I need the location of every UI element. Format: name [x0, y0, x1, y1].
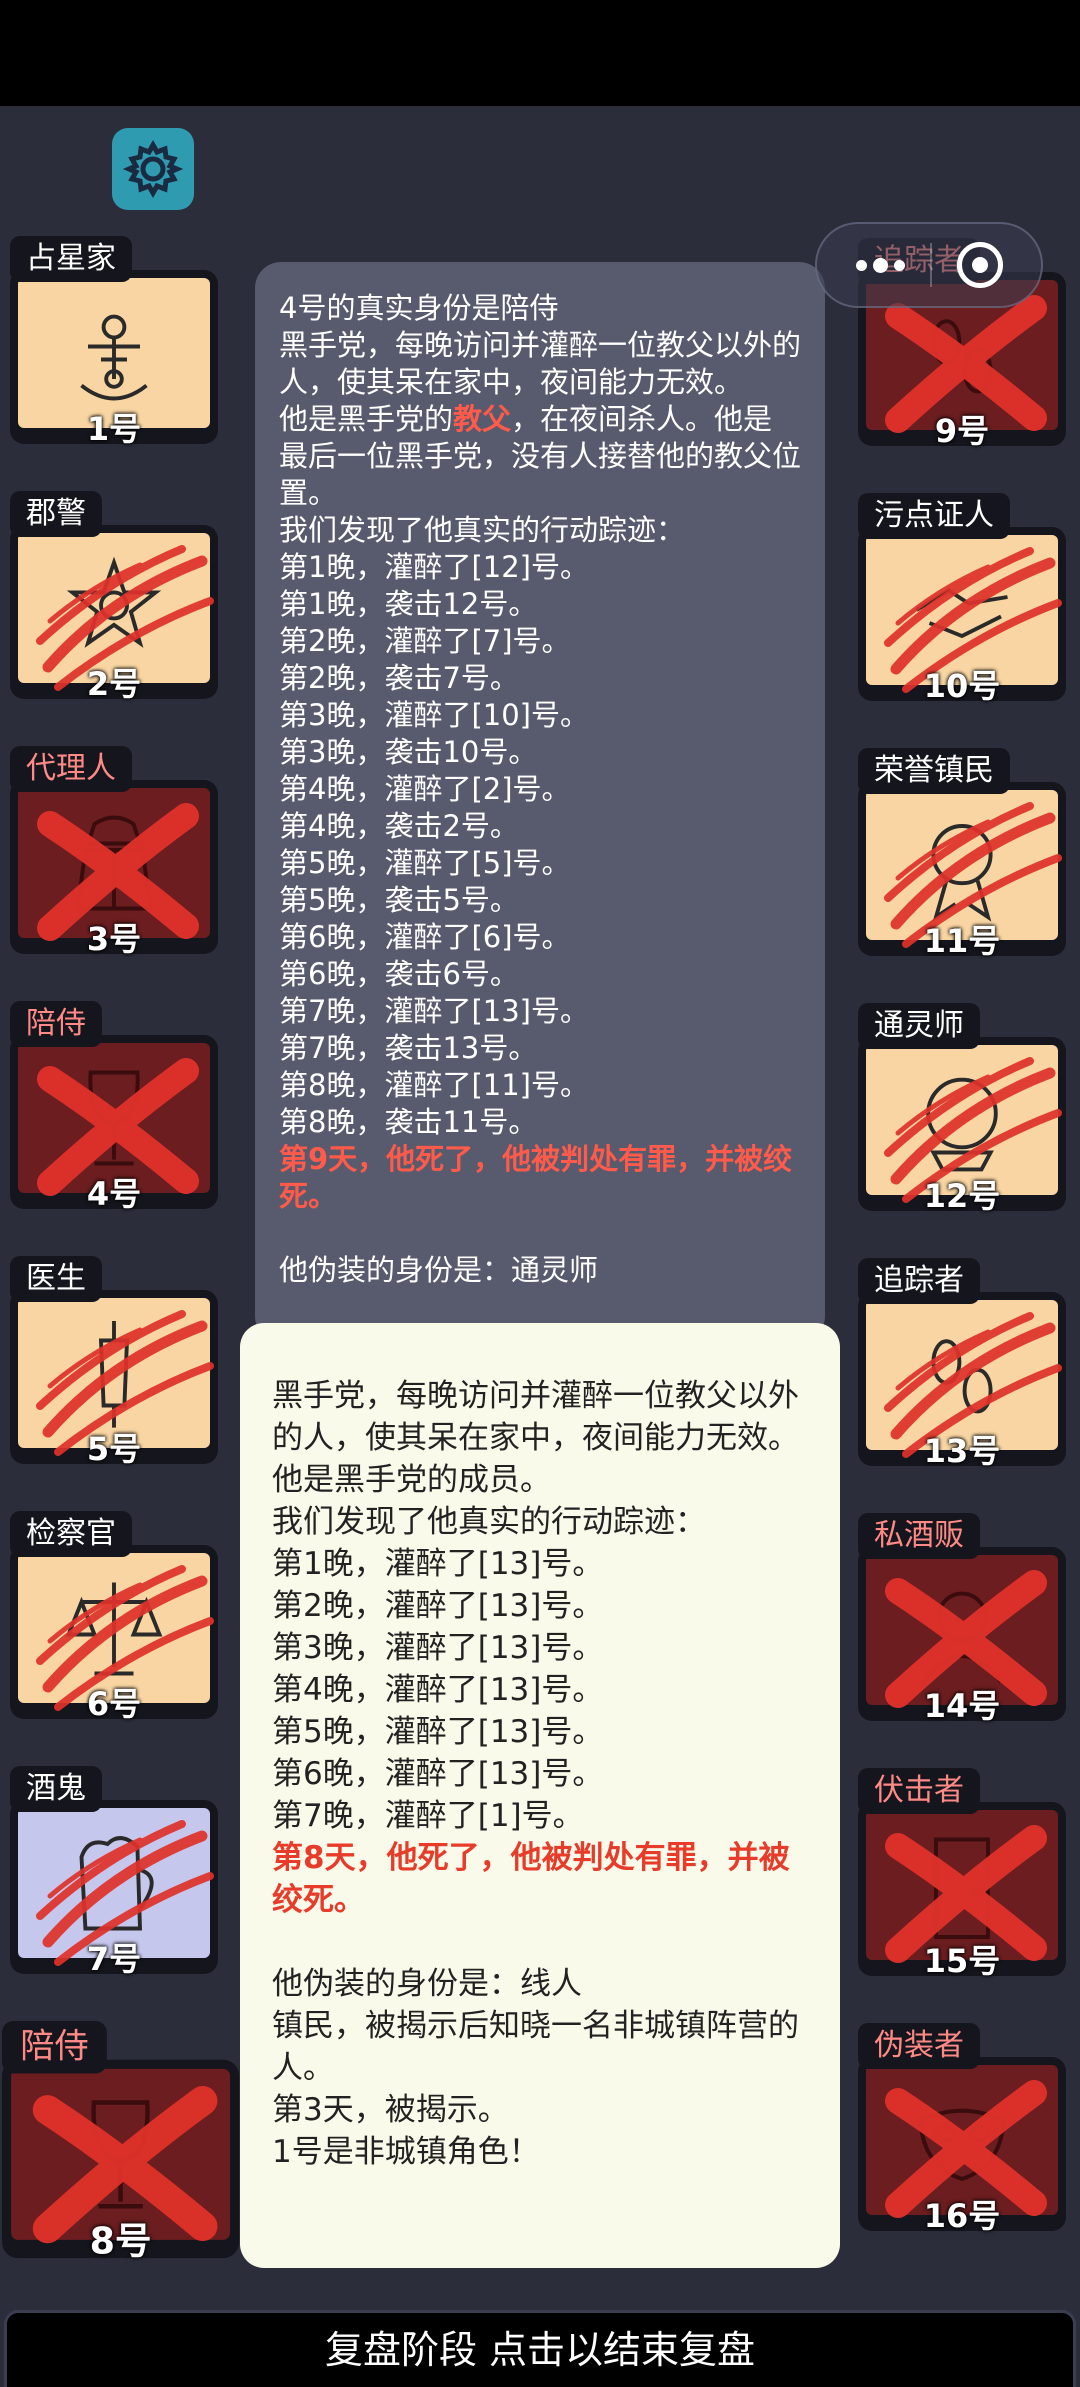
log-entry: 第4晚，袭击2号。 — [279, 809, 519, 843]
player-number: 16号 — [923, 2197, 1001, 2235]
role-card-11[interactable]: 荣誉镇民 11号 — [858, 748, 1068, 960]
player-number: 7号 — [86, 1940, 142, 1978]
log-entry: 第4晚，灌醉了[2]号。 — [279, 772, 571, 806]
player-number: 4号 — [86, 1175, 142, 1213]
panel1-title: 4号的真实身份是陪侍 — [279, 291, 559, 325]
player-number: 6号 — [86, 1685, 142, 1723]
log-entry: 第8晚，袭击11号。 — [279, 1105, 538, 1139]
log-entry: 第1晚，袭击12号。 — [279, 587, 538, 621]
role-card-6[interactable]: 检察官 6号 — [10, 1511, 220, 1723]
role-name-tag: 代理人 — [10, 746, 132, 792]
player-number: 1号 — [86, 410, 142, 448]
log-entry: 第1晚，灌醉了[12]号。 — [279, 550, 589, 584]
log-entry: 第7晚，袭击13号。 — [279, 1031, 538, 1065]
role-card-8[interactable]: 陪侍 8号 — [2, 2021, 241, 2263]
panel1-desc: 黑手党，每晚访问并灌醉一位教父以外的人，使其呆在家中，夜间能力无效。 — [279, 328, 802, 399]
panel2-revealed: 第3天，被揭示。 — [272, 2092, 509, 2128]
log-entry: 第2晚，灌醉了[7]号。 — [279, 624, 571, 658]
role-name-tag: 酒鬼 — [10, 1766, 102, 1812]
role-card-13[interactable]: 追踪者 13号 — [858, 1258, 1068, 1470]
role-name-tag: 陪侍 — [2, 2021, 107, 2074]
panel2-disguise: 他伪装的身份是：线人 — [272, 1966, 582, 2002]
capsule-divider — [929, 243, 932, 287]
panel1-action-log: 第1晚，灌醉了[12]号。 第1晚，袭击12号。 第2晚，灌醉了[7]号。 第2晚，袭… — [279, 549, 801, 1141]
role-name-tag: 污点证人 — [858, 493, 1010, 539]
player-number: 8号 — [89, 2219, 152, 2263]
close-target-icon[interactable] — [956, 242, 1003, 288]
role-card-12[interactable]: 通灵师 12号 — [858, 1003, 1068, 1215]
panel1-death: 第9天，他死了，他被判处有罪，并被绞死。 — [279, 1142, 793, 1213]
settings-button[interactable] — [112, 128, 194, 210]
panel2-found: 我们发现了他真实的行动踪迹： — [272, 1504, 706, 1540]
panel1-godfather-line: 他是黑手党的教父，在夜间杀人。他是最后一位黑手党，没有人接替他的教父位置。 — [279, 402, 802, 510]
role-card-3[interactable]: 代理人 3号 — [10, 746, 220, 958]
log-entry: 第5晚，灌醉了[5]号。 — [279, 846, 571, 880]
role-card-10[interactable]: 污点证人 10号 — [858, 493, 1068, 705]
log-entry: 第7晚，灌醉了[1]号。 — [272, 1798, 584, 1834]
role-name-tag: 占星家 — [10, 236, 132, 282]
panel2-member: 他是黑手党的成员。 — [272, 1462, 551, 1498]
mini-program-capsule[interactable] — [815, 222, 1043, 308]
panel2-death: 第8天，他死了，他被判处有罪，并被绞死。 — [272, 1840, 790, 1918]
log-entry: 第4晚，灌醉了[13]号。 — [272, 1672, 604, 1708]
role-card-1[interactable]: 占星家 1号 — [10, 236, 220, 448]
panel2-desc: 黑手党，每晚访问并灌醉一位教父以外的人，使其呆在家中，夜间能力无效。 — [272, 1378, 799, 1456]
role-card-14[interactable]: 私酒贩 14号 — [858, 1513, 1068, 1725]
player-number: 15号 — [923, 1942, 1001, 1980]
role-name-tag: 荣誉镇民 — [858, 748, 1010, 794]
role-card-15[interactable]: 伏击者 15号 — [858, 1768, 1068, 1980]
role-card-7[interactable]: 酒鬼 7号 — [10, 1766, 220, 1978]
role-name-tag: 医生 — [10, 1256, 102, 1302]
panel2-note: 1号是非城镇角色！ — [272, 2134, 540, 2170]
role-name-tag: 伏击者 — [858, 1768, 980, 1814]
player-number: 12号 — [923, 1177, 1001, 1215]
more-menu-icon[interactable] — [855, 257, 905, 273]
role-detail-panel-consort[interactable]: 黑手党，每晚访问并灌醉一位教父以外的人，使其呆在家中，夜间能力无效。 他是黑手党… — [240, 1323, 840, 2268]
panel2-disguise-desc: 镇民，被揭示后知晓一名非城镇阵营的人。 — [272, 2008, 799, 2086]
sextant-icon — [80, 314, 148, 401]
log-entry: 第6晚，袭击6号。 — [279, 957, 519, 991]
panel2-action-log: 第1晚，灌醉了[13]号。 第2晚，灌醉了[13]号。 第3晚，灌醉了[13]号。第… — [272, 1543, 808, 1837]
log-entry: 第7晚，灌醉了[13]号。 — [279, 994, 589, 1028]
role-name-tag: 陪侍 — [10, 1001, 102, 1047]
role-name-tag: 私酒贩 — [858, 1513, 980, 1559]
player-number: 14号 — [923, 1687, 1001, 1725]
log-entry: 第6晚，灌醉了[6]号。 — [279, 920, 571, 954]
panel1-disguise: 他伪装的身份是：通灵师 — [279, 1253, 599, 1287]
log-entry: 第3晚，灌醉了[10]号。 — [279, 698, 589, 732]
player-number: 5号 — [86, 1430, 142, 1468]
player-number: 10号 — [923, 667, 1001, 705]
log-entry: 第5晚，袭击5号。 — [279, 883, 519, 917]
log-entry: 第2晚，灌醉了[13]号。 — [272, 1588, 604, 1624]
log-entry: 第3晚，灌醉了[13]号。 — [272, 1630, 604, 1666]
role-detail-panel-godfather[interactable]: 4号的真实身份是陪侍 黑手党，每晚访问并灌醉一位教父以外的人，使其呆在家中，夜间… — [255, 262, 825, 1342]
log-entry: 第5晚，灌醉了[13]号。 — [272, 1714, 604, 1750]
player-number: 11号 — [923, 922, 1001, 960]
gear-icon — [123, 139, 183, 199]
role-card-2[interactable]: 郡警 2号 — [10, 491, 220, 703]
log-entry: 第6晚，灌醉了[13]号。 — [272, 1756, 604, 1792]
end-review-button[interactable]: 复盘阶段 点击以结束复盘 — [4, 2310, 1076, 2387]
player-number: 9号 — [934, 412, 990, 450]
godfather-highlight: 教父 — [453, 402, 512, 436]
role-card-5[interactable]: 医生 5号 — [10, 1256, 220, 1468]
player-number: 3号 — [86, 920, 142, 958]
role-card-4[interactable]: 陪侍 4号 — [10, 1001, 220, 1213]
role-card-16[interactable]: 伪装者 16号 — [858, 2023, 1068, 2235]
role-name-tag: 郡警 — [10, 491, 102, 537]
player-number: 13号 — [923, 1432, 1001, 1470]
player-number: 2号 — [86, 665, 142, 703]
role-name-tag: 检察官 — [10, 1511, 132, 1557]
panel1-found: 我们发现了他真实的行动踪迹： — [279, 513, 686, 547]
log-entry: 第2晚，袭击7号。 — [279, 661, 519, 695]
status-bar — [0, 0, 1080, 106]
role-name-tag: 伪装者 — [858, 2023, 980, 2069]
log-entry: 第8晚，灌醉了[11]号。 — [279, 1068, 589, 1102]
role-name-tag: 通灵师 — [858, 1003, 980, 1049]
role-name-tag: 追踪者 — [858, 1258, 980, 1304]
log-entry: 第1晚，灌醉了[13]号。 — [272, 1546, 604, 1582]
log-entry: 第3晚，袭击10号。 — [279, 735, 538, 769]
